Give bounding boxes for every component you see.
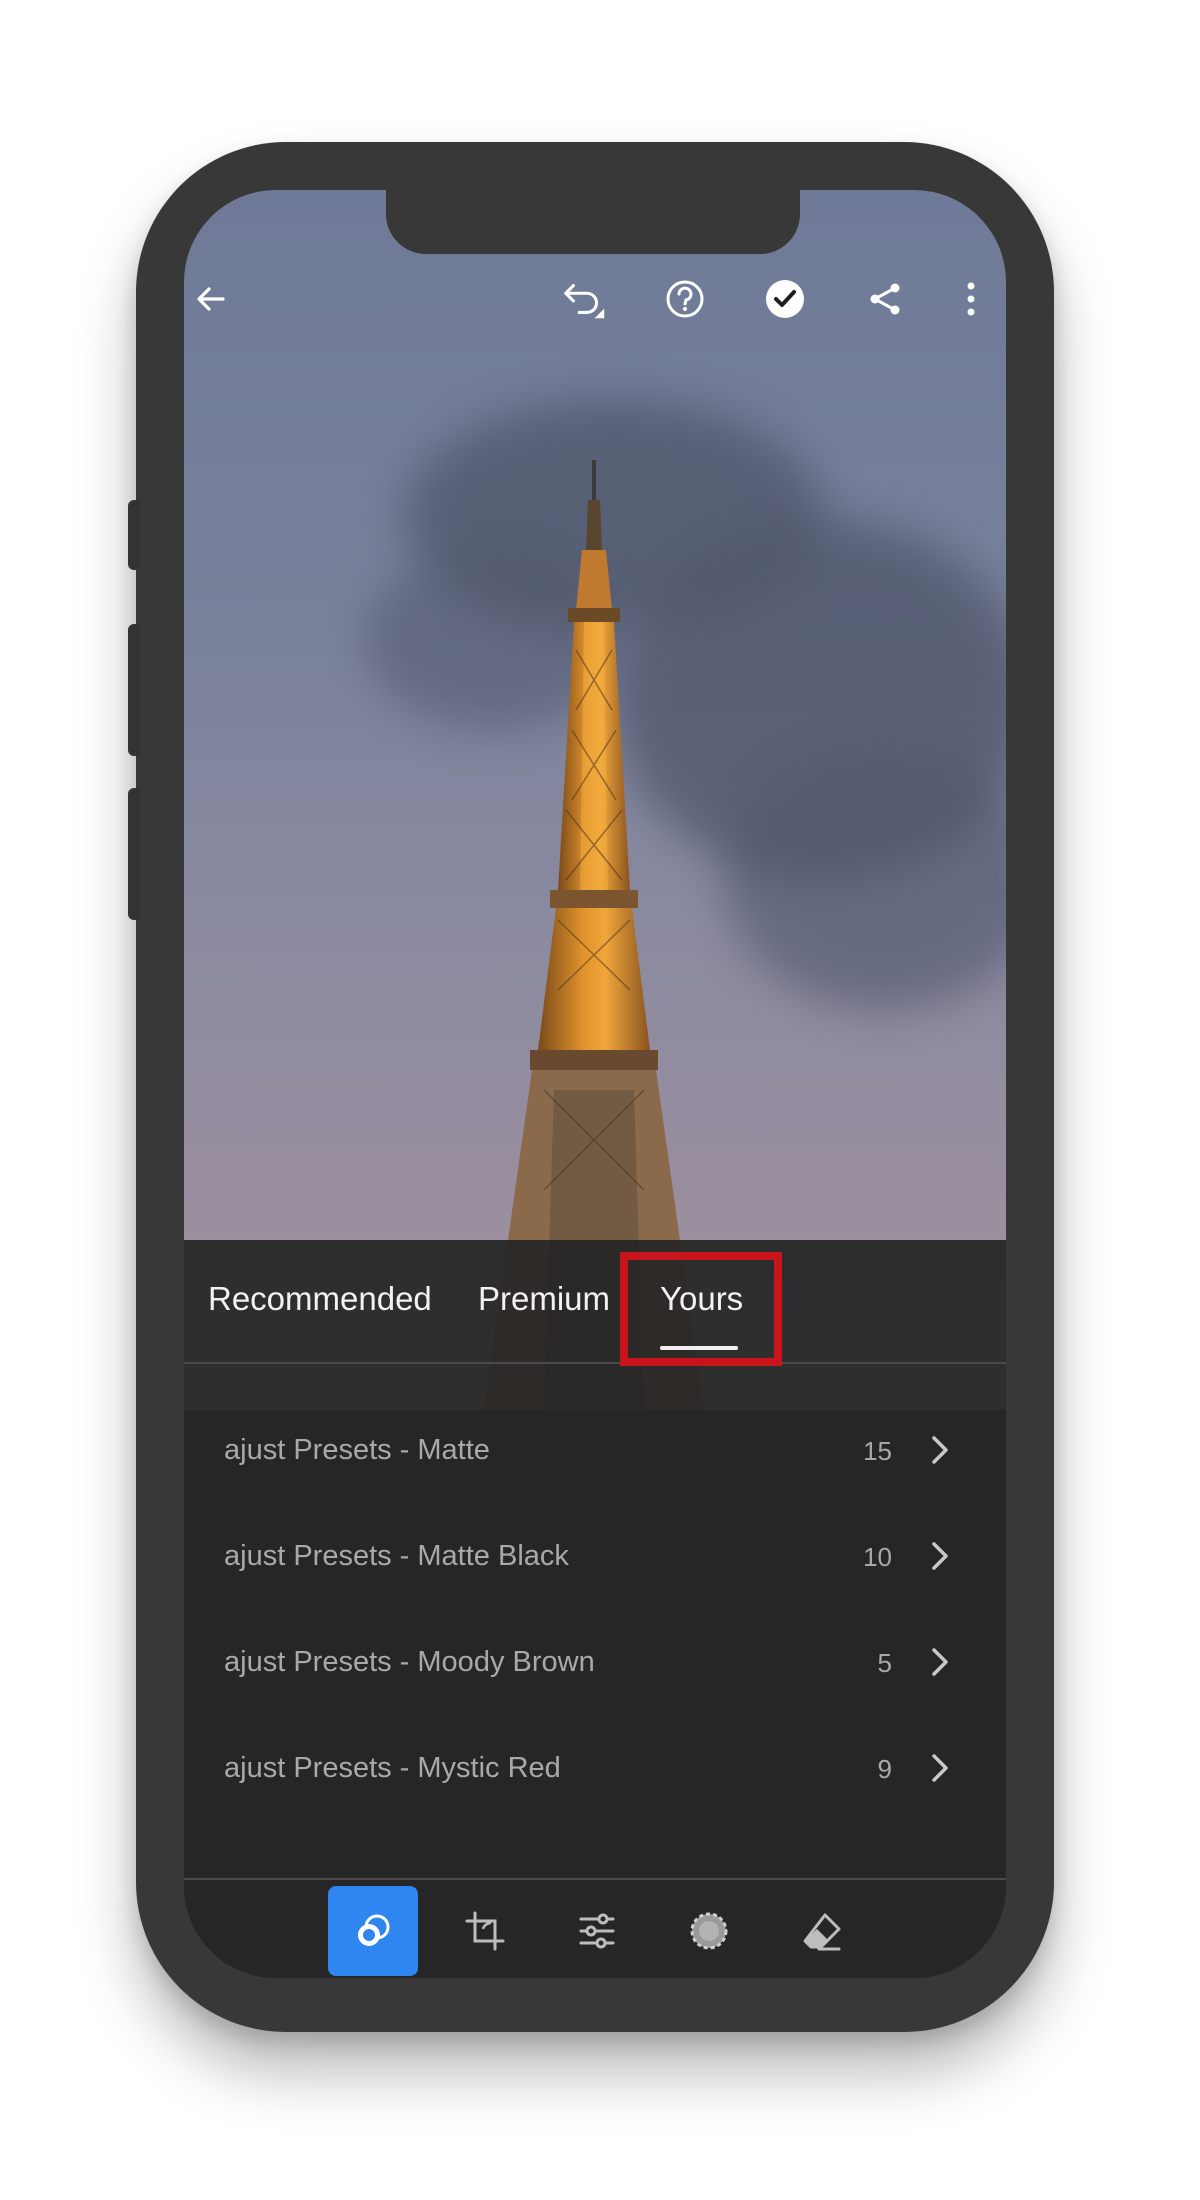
selective-button[interactable] [664,1886,754,1976]
phone-notch [386,190,800,254]
eraser-button[interactable] [776,1886,866,1976]
list-item[interactable]: ajust Presets - Moody Brown 5 [184,1628,1006,1734]
more-vert-icon[interactable] [946,274,996,324]
preset-name: ajust Presets - Matte [224,1434,490,1466]
chevron-right-icon [932,1648,948,1676]
phone-side-button [128,500,140,570]
chevron-right-icon [932,1542,948,1570]
selective-icon [690,1912,728,1950]
presets-button[interactable] [328,1886,418,1976]
preset-count: 15 [863,1436,892,1466]
preset-name: ajust Presets - Matte Black [224,1540,569,1572]
presets-icon [358,1914,390,1946]
top-toolbar [184,260,1006,340]
undo-icon[interactable] [560,274,610,324]
back-arrow-icon[interactable] [186,274,236,324]
chevron-right-icon [932,1436,948,1464]
share-icon[interactable] [860,274,910,324]
preset-count: 10 [863,1542,892,1572]
preset-count: 5 [877,1648,892,1678]
list-item[interactable]: ajust Presets - Matte 15 [184,1416,1006,1522]
tab-recommended[interactable]: Recommended [208,1280,432,1318]
app-screen: Recommended Premium Yours ajust Presets … [184,190,1006,1978]
list-item[interactable]: ajust Presets - Mystic Red 9 [184,1734,1006,1840]
crop-icon [465,1911,505,1951]
preset-tabs: Recommended Premium Yours [184,1240,1006,1366]
highlight-box [620,1252,782,1366]
help-icon[interactable] [660,274,710,324]
phone-volume-down-button [128,788,140,920]
eraser-icon [803,1913,841,1951]
crop-button[interactable] [440,1886,530,1976]
bottom-toolbar [184,1878,1006,1978]
chevron-right-icon [932,1754,948,1782]
preset-name: ajust Presets - Mystic Red [224,1752,561,1784]
list-item[interactable]: ajust Presets - Matte Black 10 [184,1522,1006,1628]
phone-volume-up-button [128,624,140,756]
preset-list: ajust Presets - Matte 15 ajust Presets -… [184,1416,1006,1840]
check-icon[interactable] [760,274,810,324]
preset-count: 9 [877,1754,892,1784]
preset-name: ajust Presets - Moody Brown [224,1646,595,1678]
presets-panel: Recommended Premium Yours ajust Presets … [184,1240,1006,1978]
eiffel-tower-image [484,460,704,1410]
tab-premium[interactable]: Premium [478,1280,610,1318]
photo-canvas[interactable] [184,190,1006,1410]
adjust-sliders-icon [579,1913,615,1949]
adjust-button[interactable] [552,1886,642,1976]
